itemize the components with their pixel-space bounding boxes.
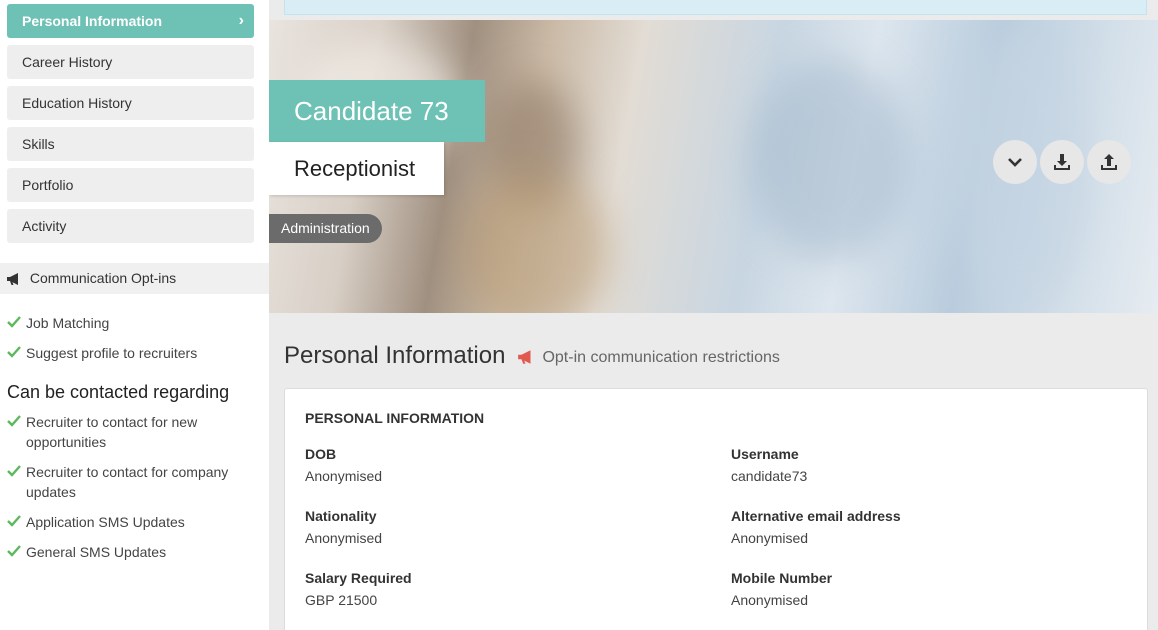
upload-icon (1101, 154, 1117, 170)
field-label-mobile: Mobile Number (731, 570, 833, 586)
sidebar-item-label: Skills (22, 136, 55, 152)
download-button[interactable] (1040, 140, 1084, 184)
sidebar-item-personal-information[interactable]: Personal Information › (7, 4, 254, 38)
contact-item: Recruiter to contact for new opportuniti… (7, 412, 257, 452)
sidebar: Personal Information › Career History Ed… (0, 0, 269, 630)
sidebar-item-portfolio[interactable]: Portfolio (7, 168, 254, 202)
optin-item: Suggest profile to recruiters (7, 343, 257, 363)
field-label-salary: Salary Required (305, 570, 412, 586)
field-label-dob: DOB (305, 446, 337, 462)
field-label-username: Username (731, 446, 799, 462)
check-icon (7, 515, 21, 527)
contact-label: Recruiter to contact for company updates (26, 464, 229, 500)
info-alert (284, 0, 1147, 15)
optin-restrictions-label: Opt-in communication restrictions (542, 349, 780, 366)
check-icon (7, 465, 21, 477)
check-icon (7, 545, 21, 557)
contact-item: Application SMS Updates (7, 512, 257, 532)
field-value-mobile: Anonymised (731, 592, 809, 608)
personal-information-card: PERSONAL INFORMATION DOB Anonymised User… (284, 388, 1148, 630)
contact-item: General SMS Updates (7, 542, 257, 562)
contact-item: Recruiter to contact for company updates (7, 462, 257, 502)
contact-label: Recruiter to contact for new opportuniti… (26, 414, 198, 450)
category-badge: Administration (269, 214, 382, 243)
profile-hero: Candidate 73 Receptionist Administration (269, 20, 1158, 313)
optin-label: Suggest profile to recruiters (26, 345, 198, 361)
download-icon (1054, 154, 1070, 170)
candidate-role: Receptionist (269, 142, 444, 195)
field-label-alt-email: Alternative email address (731, 508, 901, 524)
optin-item: Job Matching (7, 313, 257, 333)
contact-regarding-title: Can be contacted regarding (7, 382, 230, 402)
hero-background-shape (749, 60, 909, 260)
sidebar-item-label: Personal Information (22, 13, 163, 29)
card-title: PERSONAL INFORMATION (305, 410, 485, 426)
communication-optins-header: Communication Opt-ins (0, 263, 269, 294)
sidebar-item-education-history[interactable]: Education History (7, 86, 254, 120)
sidebar-item-activity[interactable]: Activity (7, 209, 254, 243)
megaphone-icon (7, 273, 18, 285)
optin-restrictions-link[interactable]: Opt-in communication restrictions (517, 349, 780, 367)
field-value-dob: Anonymised (305, 468, 383, 484)
sidebar-item-label: Education History (22, 95, 132, 111)
field-value-nationality: Anonymised (305, 530, 383, 546)
sidebar-item-career-history[interactable]: Career History (7, 45, 254, 79)
chevron-down-icon (1008, 158, 1022, 167)
section-title: Personal Information (284, 342, 506, 369)
sidebar-item-label: Activity (22, 218, 67, 234)
expand-button[interactable] (993, 140, 1037, 184)
sidebar-item-label: Portfolio (22, 177, 74, 193)
optin-label: Job Matching (26, 315, 110, 331)
field-value-username: candidate73 (731, 468, 808, 484)
upload-button[interactable] (1087, 140, 1131, 184)
field-label-nationality: Nationality (305, 508, 377, 524)
main-content: Candidate 73 Receptionist Administration… (269, 0, 1158, 630)
chevron-right-icon: › (238, 12, 244, 29)
field-value-salary: GBP 21500 (305, 592, 378, 608)
sidebar-item-skills[interactable]: Skills (7, 127, 254, 161)
megaphone-icon (518, 350, 531, 364)
communication-optins-title: Communication Opt-ins (29, 270, 177, 286)
hero-background-shape (459, 170, 609, 313)
field-value-alt-email: Anonymised (731, 530, 809, 546)
contact-label: General SMS Updates (26, 544, 167, 560)
check-icon (7, 316, 21, 328)
check-icon (7, 415, 21, 427)
sidebar-item-label: Career History (22, 54, 113, 70)
contact-label: Application SMS Updates (26, 514, 185, 530)
check-icon (7, 346, 21, 358)
candidate-name: Candidate 73 (269, 80, 485, 142)
